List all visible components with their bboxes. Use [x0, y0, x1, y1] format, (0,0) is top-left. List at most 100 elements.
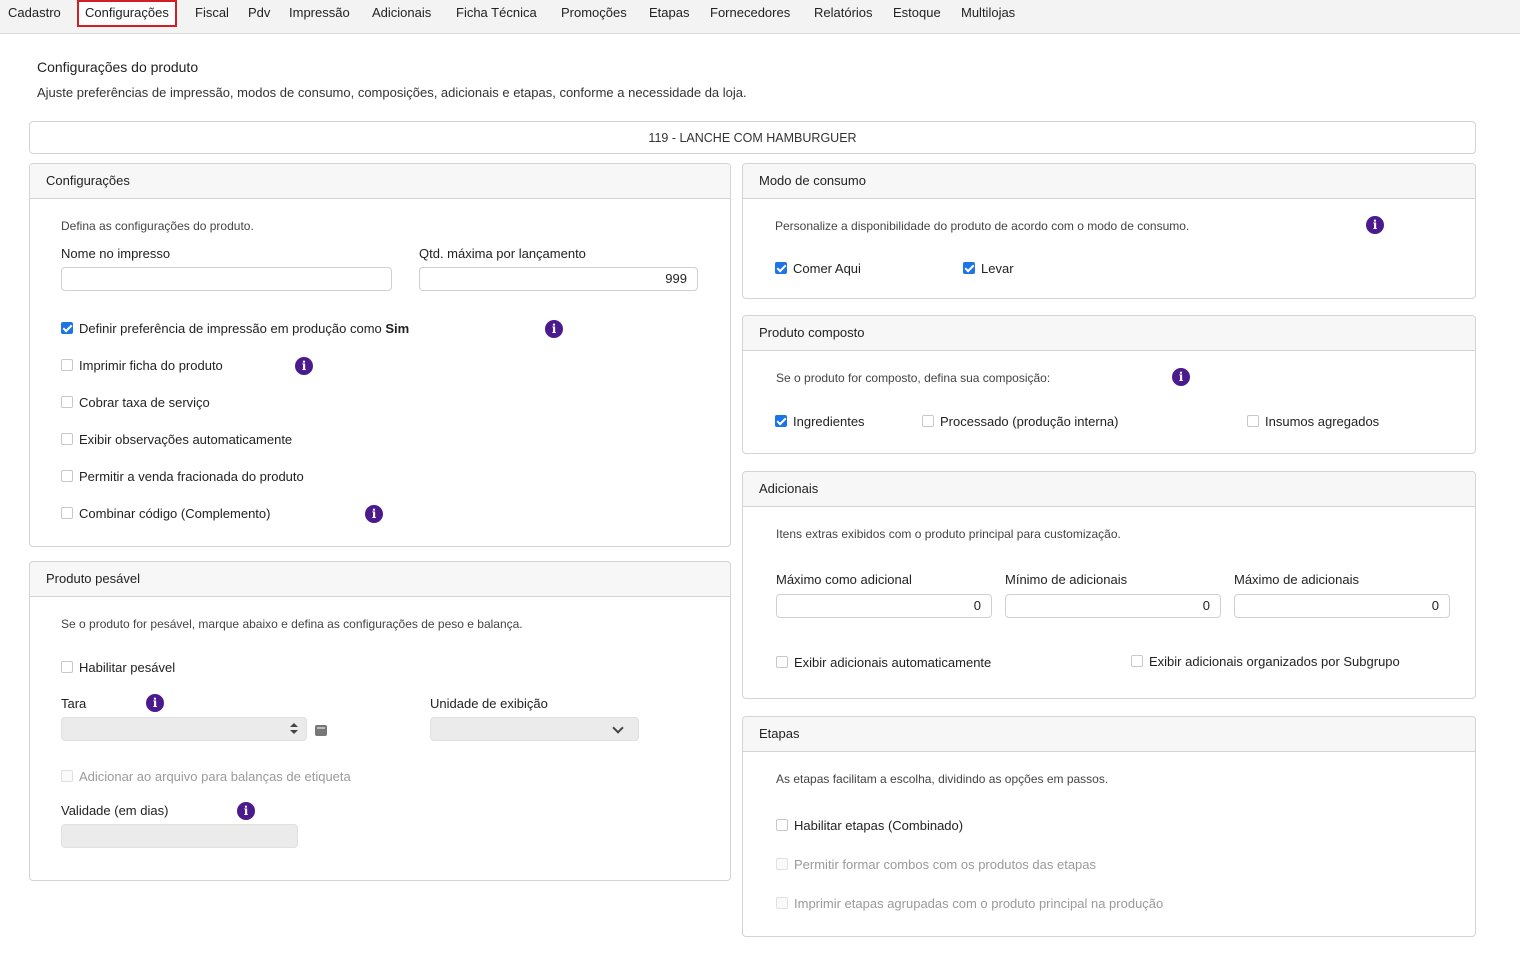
addons-panel-header: Adicionais: [743, 472, 1475, 507]
print-preference-value: Sim: [385, 321, 410, 336]
aggregated-supplies-label: Insumos agregados: [1265, 414, 1380, 429]
max-addons-label: Máximo de adicionais: [1234, 572, 1360, 587]
info-icon[interactable]: i: [237, 802, 255, 820]
weighable-panel-title: Produto pesável: [46, 571, 140, 586]
tab-relatorios[interactable]: Relatórios: [814, 0, 873, 26]
tab-bar: Cadastro Configurações Fiscal Pdv Impres…: [0, 0, 1520, 34]
tab-multilojas[interactable]: Multilojas: [961, 0, 1015, 26]
print-sheet-checkbox[interactable]: [61, 359, 73, 371]
eat-here-label: Comer Aqui: [793, 261, 861, 276]
fractional-sale-label: Permitir a venda fracionada do produto: [79, 469, 304, 484]
label-scale-checkbox[interactable]: [61, 770, 73, 782]
processed-label: Processado (produção interna): [940, 414, 1119, 429]
tab-ficha-tecnica[interactable]: Ficha Técnica: [456, 0, 537, 26]
take-away-checkbox[interactable]: [963, 262, 975, 274]
ingredients-checkbox[interactable]: [775, 415, 787, 427]
auto-addons-label: Exibir adicionais automaticamente: [794, 655, 992, 670]
aggregated-supplies-checkbox[interactable]: [1247, 415, 1259, 427]
composite-description: Se o produto for composto, defina sua co…: [776, 371, 1051, 385]
combo-steps-checkbox[interactable]: [776, 858, 788, 870]
config-panel-header: Configurações: [30, 164, 730, 199]
tare-label: Tara: [61, 696, 87, 711]
print-preference-checkbox[interactable]: [61, 322, 73, 334]
tab-pdv[interactable]: Pdv: [248, 0, 270, 26]
tab-fiscal[interactable]: Fiscal: [195, 0, 229, 26]
info-icon[interactable]: i: [1172, 368, 1190, 386]
info-icon[interactable]: i: [1366, 216, 1384, 234]
tab-configuracoes[interactable]: Configurações: [77, 0, 177, 27]
tab-etapas[interactable]: Etapas: [649, 0, 689, 26]
min-addons-label: Mínimo de adicionais: [1005, 572, 1128, 587]
display-unit-label: Unidade de exibição: [430, 696, 548, 711]
combo-steps-label: Permitir formar combos com os produtos d…: [794, 857, 1097, 872]
info-icon[interactable]: i: [295, 357, 313, 375]
enable-weighable-checkbox[interactable]: [61, 661, 73, 673]
max-qty-label: Qtd. máxima por lançamento: [419, 246, 586, 261]
calculator-icon[interactable]: [315, 725, 327, 736]
combine-code-checkbox[interactable]: [61, 507, 73, 519]
addons-panel: Adicionais Itens extras exibidos com o p…: [742, 471, 1476, 699]
config-panel: Configurações Defina as configurações do…: [29, 163, 731, 547]
print-grouped-steps-checkbox[interactable]: [776, 897, 788, 909]
product-name-bar: 119 - LANCHE COM HAMBURGUER: [29, 121, 1476, 154]
page-title: Configurações do produto: [37, 59, 199, 75]
tab-cadastro[interactable]: Cadastro: [8, 0, 61, 26]
max-qty-input[interactable]: 999: [419, 267, 698, 291]
display-unit-select[interactable]: [430, 717, 639, 741]
print-name-input[interactable]: [61, 267, 392, 291]
max-addons-input[interactable]: 0: [1234, 594, 1450, 618]
composite-product-panel: Produto composto Se o produto for compos…: [742, 315, 1476, 454]
steps-panel: Etapas As etapas facilitam a escolha, di…: [742, 716, 1476, 937]
validity-input[interactable]: [61, 824, 298, 848]
addons-by-subgroup-checkbox[interactable]: [1131, 655, 1143, 667]
tab-impressao[interactable]: Impressão: [289, 0, 350, 26]
label-scale-label: Adicionar ao arquivo para balanças de et…: [79, 769, 351, 784]
page-subtitle: Ajuste preferências de impressão, modos …: [37, 85, 747, 100]
steps-panel-header: Etapas: [743, 717, 1475, 752]
tab-estoque[interactable]: Estoque: [893, 0, 941, 26]
steps-description: As etapas facilitam a escolha, dividindo…: [776, 772, 1109, 786]
consumption-mode-panel: Modo de consumo Personalize a disponibil…: [742, 163, 1476, 299]
eat-here-checkbox[interactable]: [775, 262, 787, 274]
steps-panel-title: Etapas: [759, 726, 800, 741]
service-fee-checkbox[interactable]: [61, 396, 73, 408]
info-icon[interactable]: i: [146, 694, 164, 712]
composite-panel-title: Produto composto: [759, 325, 865, 340]
config-panel-title: Configurações: [46, 173, 130, 188]
addons-panel-title: Adicionais: [759, 481, 819, 496]
min-addons-input[interactable]: 0: [1005, 594, 1221, 618]
enable-weighable-label: Habilitar pesável: [79, 660, 176, 675]
config-description: Defina as configurações do produto.: [61, 219, 254, 233]
print-sheet-label: Imprimir ficha do produto: [79, 358, 223, 373]
addons-description: Itens extras exibidos com o produto prin…: [776, 527, 1121, 541]
tab-adicionais[interactable]: Adicionais: [372, 0, 431, 26]
max-as-addon-input[interactable]: 0: [776, 594, 992, 618]
consumption-panel-header: Modo de consumo: [743, 164, 1475, 199]
processed-checkbox[interactable]: [922, 415, 934, 427]
print-grouped-steps-label: Imprimir etapas agrupadas com o produto …: [794, 896, 1164, 911]
tab-promocoes[interactable]: Promoções: [561, 0, 627, 26]
consumption-description: Personalize a disponibilidade do produto…: [775, 219, 1190, 233]
auto-notes-checkbox[interactable]: [61, 433, 73, 445]
info-icon[interactable]: i: [365, 505, 383, 523]
print-preference-label: Definir preferência de impressão em prod…: [79, 321, 410, 336]
consumption-panel-title: Modo de consumo: [759, 173, 866, 188]
info-icon[interactable]: i: [545, 320, 563, 338]
spinner-arrows-icon: [290, 723, 298, 735]
weighable-panel: Produto pesável Se o produto for pesável…: [29, 561, 731, 881]
auto-addons-checkbox[interactable]: [776, 656, 788, 668]
validity-label: Validade (em dias): [61, 803, 169, 818]
weighable-description: Se o produto for pesável, marque abaixo …: [61, 617, 523, 631]
tare-select[interactable]: [61, 717, 307, 741]
service-fee-label: Cobrar taxa de serviço: [79, 395, 210, 410]
tab-fornecedores[interactable]: Fornecedores: [710, 0, 790, 26]
enable-steps-checkbox[interactable]: [776, 819, 788, 831]
auto-notes-label: Exibir observações automaticamente: [79, 432, 293, 447]
composite-panel-header: Produto composto: [743, 316, 1475, 351]
enable-steps-label: Habilitar etapas (Combinado): [794, 818, 964, 833]
ingredients-label: Ingredientes: [793, 414, 865, 429]
combine-code-label: Combinar código (Complemento): [79, 506, 271, 521]
chevron-down-icon: [612, 722, 624, 734]
addons-by-subgroup-label: Exibir adicionais organizados por Subgru…: [1149, 654, 1400, 669]
fractional-sale-checkbox[interactable]: [61, 470, 73, 482]
